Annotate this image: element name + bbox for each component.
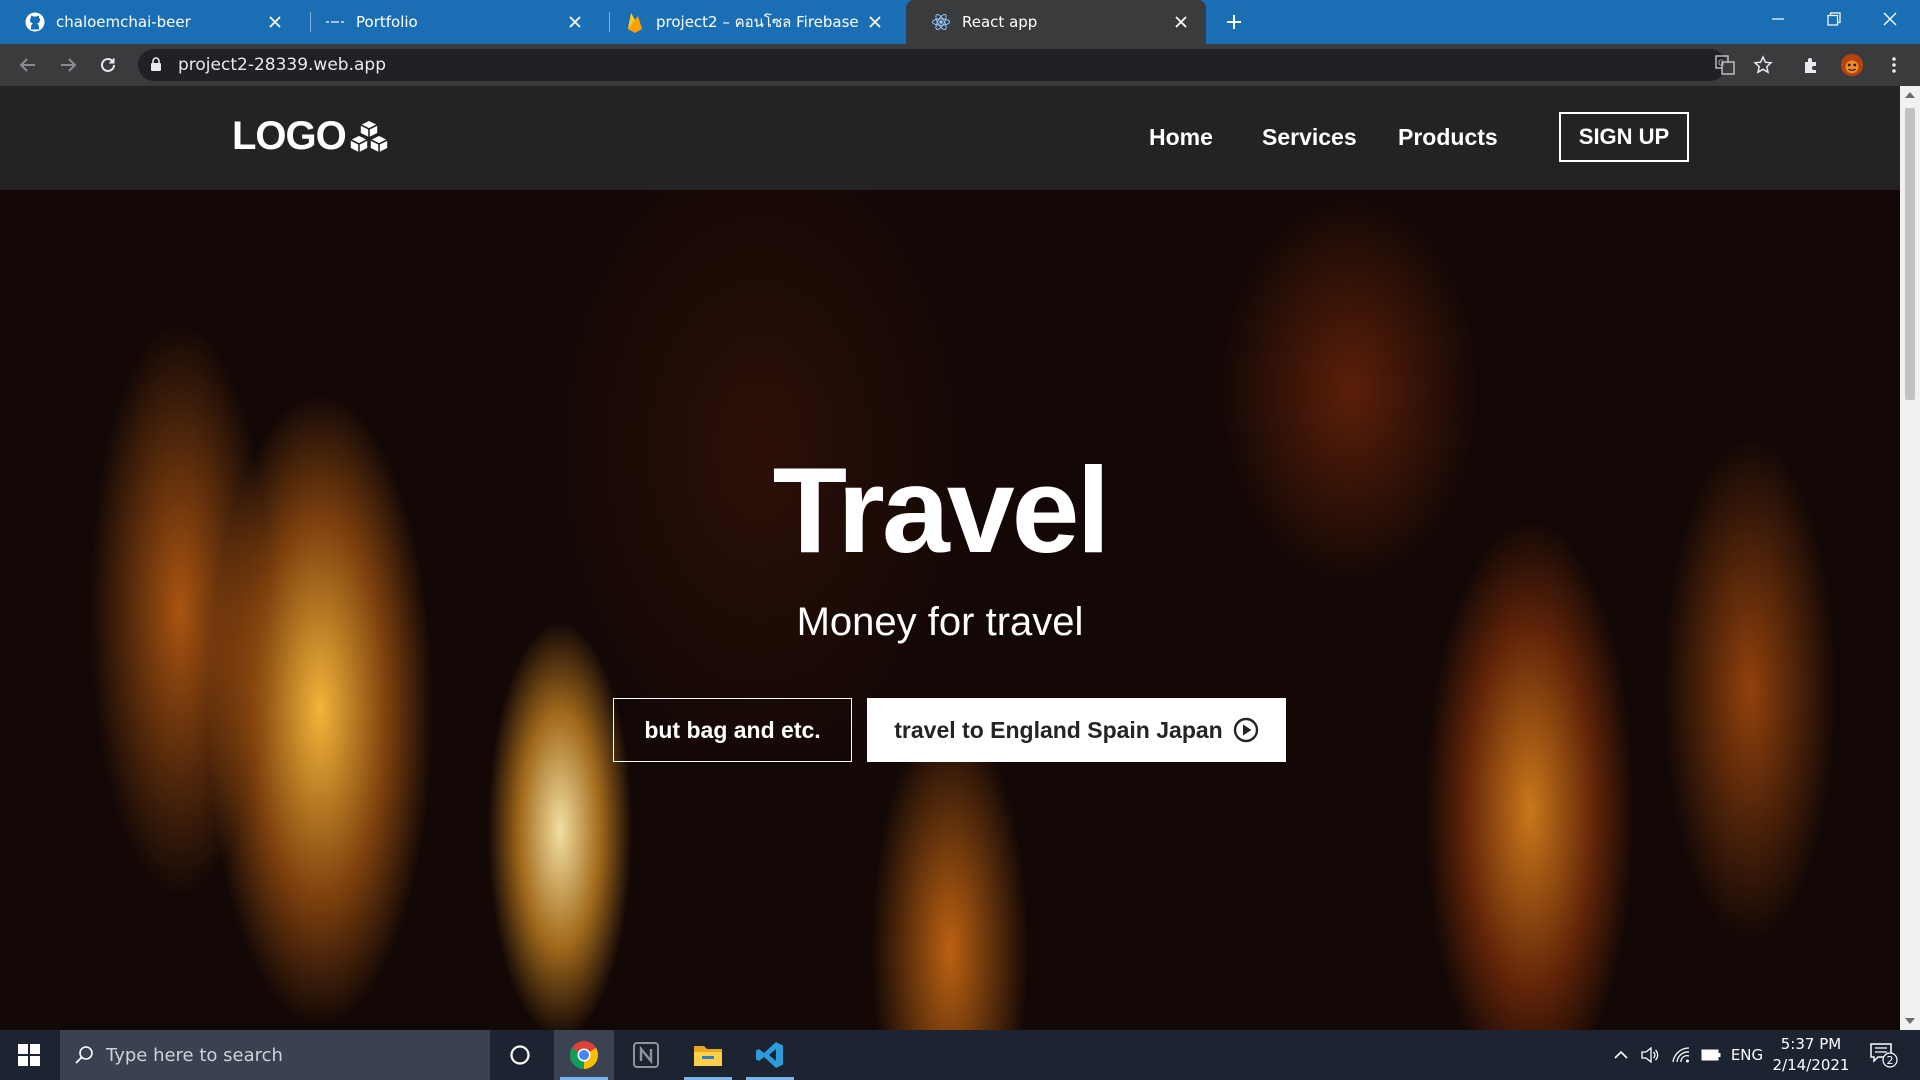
scrollbar-thumb[interactable]	[1905, 108, 1915, 400]
search-placeholder: Type here to search	[106, 1044, 283, 1066]
web-page: LOGO Home Services Products SIGN UP Trav…	[0, 86, 1900, 1030]
address-bar[interactable]: project2-28339.web.app G	[138, 49, 1773, 81]
hero-subtitle: Money for travel	[796, 600, 1084, 644]
clock-time: 5:37 PM	[1780, 1035, 1842, 1053]
hero-title: Travel	[772, 442, 1111, 578]
hero-secondary-button-label: travel to England Spain Japan	[894, 716, 1223, 743]
tab-react-app[interactable]: React app	[906, 0, 1206, 44]
search-icon	[74, 1045, 94, 1065]
tab-title: chaloemchai-beer	[56, 13, 191, 31]
windows-start-icon[interactable]	[0, 1030, 58, 1080]
reload-icon[interactable]	[96, 53, 120, 77]
chrome-icon	[569, 1040, 599, 1070]
cubes-icon	[346, 118, 390, 156]
close-icon[interactable]	[564, 11, 586, 33]
tab-firebase[interactable]: project2 – คอนโซล Firebase	[600, 0, 900, 44]
window-close-icon[interactable]	[1862, 0, 1918, 38]
taskbar-file-explorer[interactable]	[678, 1030, 738, 1080]
close-icon[interactable]	[864, 11, 886, 33]
github-icon	[24, 11, 46, 33]
logo-text: LOGO	[232, 114, 347, 158]
action-center-icon[interactable]: 2	[1864, 1030, 1904, 1080]
tab-title: project2 – คอนโซล Firebase	[656, 13, 859, 31]
taskbar-notion[interactable]	[616, 1030, 676, 1080]
tab-github[interactable]: chaloemchai-beer	[0, 0, 300, 44]
react-icon	[930, 11, 952, 33]
windows-taskbar: Type here to search ENG 5:37 PM 2/14/202…	[0, 1030, 1920, 1080]
close-icon[interactable]	[264, 11, 286, 33]
tab-portfolio[interactable]: Portfolio	[300, 0, 600, 44]
tab-title: Portfolio	[356, 13, 418, 31]
scroll-down-icon[interactable]	[1905, 1018, 1915, 1024]
page-scrollbar[interactable]	[1900, 86, 1920, 1030]
hero-primary-button[interactable]: but bag and etc.	[613, 698, 852, 762]
translate-icon[interactable]: G	[1714, 54, 1736, 76]
notification-count: 2	[1887, 1054, 1894, 1067]
signup-button[interactable]: SIGN UP	[1559, 112, 1689, 162]
browser-menu-icon[interactable]	[1882, 53, 1906, 77]
taskbar-clock[interactable]: 5:37 PM 2/14/2021	[1768, 1034, 1854, 1076]
hero-secondary-button[interactable]: travel to England Spain Japan	[867, 698, 1286, 762]
clock-date: 2/14/2021	[1772, 1056, 1850, 1074]
nav-link-home[interactable]: Home	[1149, 124, 1213, 151]
nav-link-services[interactable]: Services	[1262, 124, 1357, 151]
restore-icon[interactable]	[1806, 0, 1862, 38]
portfolio-icon	[324, 11, 346, 33]
cortana-icon[interactable]	[500, 1030, 540, 1080]
play-circle-icon	[1223, 717, 1259, 743]
bookmark-star-icon[interactable]	[1752, 54, 1774, 76]
volume-icon[interactable]	[1637, 1030, 1663, 1080]
url-text: project2-28339.web.app	[178, 55, 386, 75]
tab-title: React app	[962, 13, 1038, 31]
folder-icon	[693, 1042, 723, 1068]
vscode-icon	[755, 1040, 785, 1070]
taskbar-chrome[interactable]	[554, 1030, 614, 1080]
lock-icon	[150, 57, 162, 72]
taskbar-vscode[interactable]	[740, 1030, 800, 1080]
site-navbar: LOGO Home Services Products SIGN UP	[0, 86, 1900, 190]
wifi-icon[interactable]	[1668, 1030, 1694, 1080]
hero-section: Travel Money for travel but bag and etc.…	[0, 190, 1900, 1030]
forward-icon[interactable]	[56, 53, 80, 77]
site-logo[interactable]: LOGO	[232, 114, 390, 159]
browser-tab-strip: chaloemchai-beer Portfolio project2 – คอ…	[0, 0, 1920, 44]
notion-icon	[632, 1041, 660, 1069]
tray-chevron-up-icon[interactable]	[1610, 1030, 1632, 1080]
profile-avatar[interactable]	[1840, 53, 1864, 77]
taskbar-search-input[interactable]: Type here to search	[60, 1030, 490, 1080]
firebase-icon	[624, 11, 646, 33]
extensions-icon[interactable]	[1800, 53, 1824, 77]
close-icon[interactable]	[1170, 11, 1192, 33]
battery-icon[interactable]	[1698, 1030, 1724, 1080]
new-tab-icon[interactable]	[1222, 10, 1246, 34]
back-icon[interactable]	[16, 53, 40, 77]
minimize-icon[interactable]	[1750, 0, 1806, 38]
browser-toolbar: project2-28339.web.app G	[0, 44, 1920, 86]
language-indicator[interactable]: ENG	[1730, 1030, 1764, 1080]
scroll-up-icon[interactable]	[1905, 92, 1915, 98]
nav-link-products[interactable]: Products	[1398, 124, 1498, 151]
language-text: ENG	[1730, 1046, 1764, 1064]
svg-text:G: G	[1718, 59, 1724, 68]
